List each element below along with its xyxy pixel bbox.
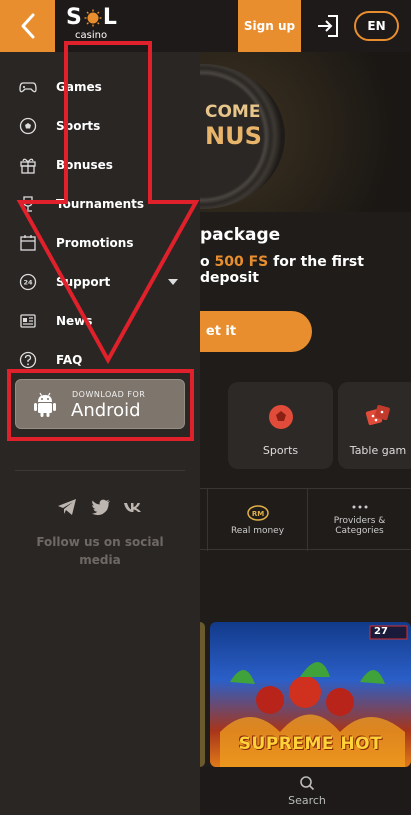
game-title: SUPREME HOT bbox=[238, 734, 383, 754]
gift-icon bbox=[20, 158, 36, 174]
newspaper-icon bbox=[20, 313, 36, 328]
twitter-icon[interactable] bbox=[91, 498, 111, 516]
category-card-table-games[interactable]: Table gam bbox=[338, 382, 411, 469]
menu-item-news[interactable]: News bbox=[0, 301, 200, 340]
logo-letter-s: S bbox=[66, 5, 83, 30]
follow-social-text: Follow us on social media bbox=[36, 535, 164, 567]
filter-real-money[interactable]: RM Real money bbox=[207, 489, 307, 551]
logo-letter-l: L bbox=[102, 5, 118, 30]
vk-icon[interactable] bbox=[123, 498, 143, 516]
android-icon bbox=[34, 392, 56, 417]
badge-text-bottom: NUS bbox=[205, 122, 262, 150]
menu-item-bonuses[interactable]: Bonuses bbox=[0, 145, 200, 184]
android-caption: DOWNLOAD FOR bbox=[72, 390, 146, 399]
nav-search[interactable]: Search bbox=[282, 775, 332, 807]
rm-coin-icon: RM bbox=[246, 504, 269, 521]
menu-item-support[interactable]: 24 Support bbox=[0, 262, 200, 301]
back-button[interactable] bbox=[0, 0, 55, 52]
language-button[interactable]: EN bbox=[354, 11, 399, 41]
badge-text-top: COME bbox=[205, 102, 261, 122]
promo-title: package bbox=[200, 225, 281, 245]
signup-button[interactable]: Sign up bbox=[238, 0, 301, 52]
more-dots-icon bbox=[352, 505, 367, 509]
soccer-ball-icon bbox=[19, 117, 37, 134]
sun-logo-icon bbox=[84, 9, 102, 27]
gamepad-icon bbox=[19, 81, 37, 92]
svg-text:24: 24 bbox=[23, 278, 33, 286]
chevron-left-icon bbox=[21, 13, 34, 39]
game-tile-supreme-hot[interactable]: 27 SUPREME HOT bbox=[210, 622, 411, 767]
site-logo[interactable]: S L casino bbox=[66, 7, 126, 47]
promo-subtitle: o 500 FS for the first deposit bbox=[200, 254, 364, 286]
dice-icon bbox=[365, 405, 390, 426]
drawer-divider bbox=[15, 470, 185, 471]
support-24-icon: 24 bbox=[19, 273, 37, 290]
menu-item-tournaments[interactable]: Tournaments bbox=[0, 184, 200, 223]
trophy-icon bbox=[23, 195, 33, 212]
category-card-sports[interactable]: Sports bbox=[228, 382, 333, 469]
caret-down-icon[interactable] bbox=[168, 278, 178, 285]
download-android-button[interactable]: DOWNLOAD FOR Android bbox=[15, 379, 185, 429]
svg-text:RM: RM bbox=[251, 510, 263, 518]
filter-providers-categories[interactable]: Providers & Categories bbox=[307, 489, 411, 551]
soccer-ball-icon bbox=[268, 405, 293, 429]
menu-item-promotions[interactable]: Promotions bbox=[0, 223, 200, 262]
promo-highlight: 500 FS bbox=[214, 254, 269, 270]
question-icon bbox=[19, 351, 37, 368]
search-icon bbox=[300, 776, 315, 791]
telegram-icon[interactable] bbox=[57, 498, 77, 516]
login-icon[interactable] bbox=[315, 13, 341, 39]
calendar-icon bbox=[20, 234, 36, 251]
top-bar: S L casino Sign up EN bbox=[0, 0, 411, 52]
android-label: Android bbox=[71, 400, 141, 421]
side-drawer: Games Sports Bonuses Tournaments Promoti… bbox=[0, 52, 200, 815]
menu-item-sports[interactable]: Sports bbox=[0, 106, 200, 145]
menu-item-games[interactable]: Games bbox=[0, 67, 200, 106]
game-badge-number: 27 bbox=[374, 626, 388, 637]
social-links bbox=[57, 498, 147, 516]
menu-item-faq[interactable]: FAQ bbox=[0, 340, 200, 379]
logo-subtitle: casino bbox=[75, 30, 108, 41]
